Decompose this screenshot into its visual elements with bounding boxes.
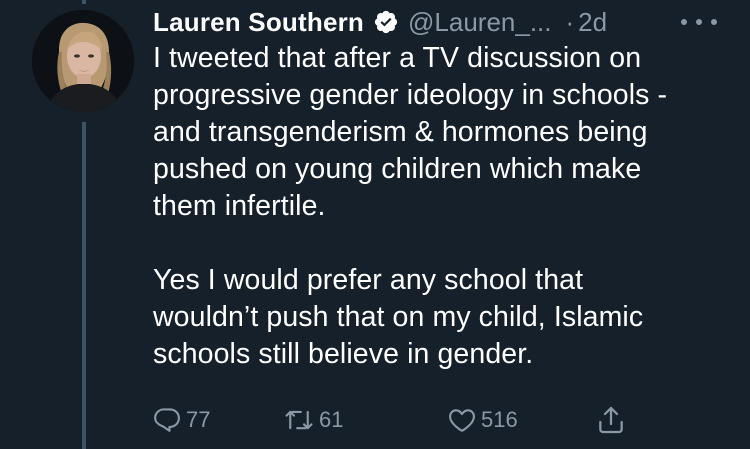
avatar-image xyxy=(32,10,134,112)
retweet-count: 61 xyxy=(319,407,344,432)
more-dot xyxy=(681,19,687,25)
reply-count: 77 xyxy=(186,407,211,432)
heart-icon xyxy=(447,405,477,435)
tweet-header: Lauren Southern @Lauren_... · 2d xyxy=(153,4,607,40)
tweet-timestamp[interactable]: 2d xyxy=(578,7,607,38)
share-icon xyxy=(595,404,627,436)
more-dot xyxy=(711,19,717,25)
time-separator: · xyxy=(565,6,575,37)
tweet-paragraph: I tweeted that after a TV discussion on … xyxy=(153,42,668,222)
like-count: 516 xyxy=(481,407,518,432)
reply-button[interactable]: 77 xyxy=(152,402,210,438)
verified-badge-icon xyxy=(373,9,399,35)
reply-icon xyxy=(152,405,182,435)
avatar[interactable] xyxy=(32,10,134,112)
more-dot xyxy=(696,19,702,25)
tweet-actions: 77 61 516 xyxy=(152,402,642,438)
retweet-icon xyxy=(283,405,315,435)
tweet-paragraph: Yes I would prefer any school that would… xyxy=(153,264,644,370)
author-handle[interactable]: @Lauren_... xyxy=(408,7,551,38)
more-dots-icon[interactable] xyxy=(681,8,717,36)
thread-line-top xyxy=(82,0,86,4)
author-display-name[interactable]: Lauren Southern xyxy=(153,7,364,38)
retweet-button[interactable]: 61 xyxy=(283,402,343,438)
thread-line xyxy=(82,122,86,449)
tweet[interactable]: Lauren Southern @Lauren_... · 2d I tweet… xyxy=(0,0,750,449)
tweet-text: I tweeted that after a TV discussion on … xyxy=(153,40,723,373)
share-button[interactable] xyxy=(595,402,627,438)
like-button[interactable]: 516 xyxy=(447,402,518,438)
